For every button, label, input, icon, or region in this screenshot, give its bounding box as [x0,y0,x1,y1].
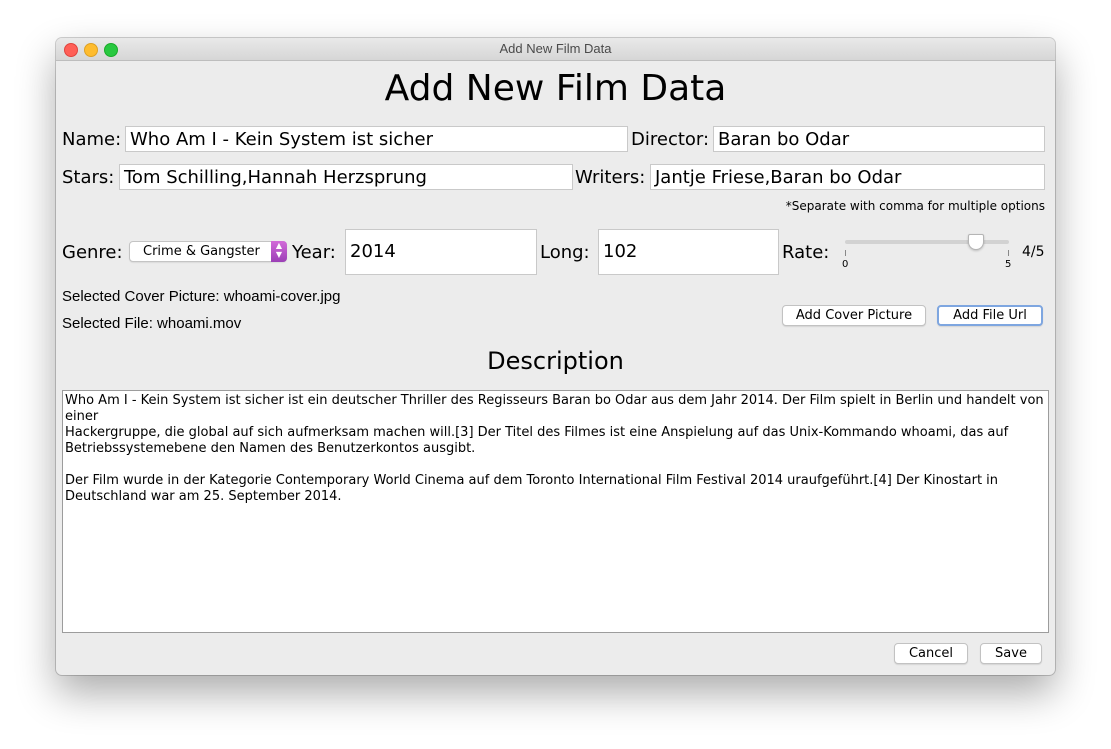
rate-label: Rate: [782,242,830,263]
genre-label: Genre: [62,242,123,263]
director-field[interactable]: Baran bo Odar [713,126,1045,152]
rate-min-label: 0 [842,259,849,270]
name-label: Name: [62,129,122,150]
stars-field[interactable]: Tom Schilling,Hannah Herzsprung [119,164,573,190]
year-field[interactable]: 2014 [345,229,537,275]
selected-cover-text: Selected Cover Picture: whoami-cover.jpg [62,288,341,305]
rate-max-label: 5 [1005,259,1012,270]
rate-value: 4/5 [1022,244,1045,260]
description-title: Description [487,347,624,375]
rate-slider-track[interactable] [845,240,1009,244]
rate-max-tick [1008,250,1009,256]
long-label: Long: [540,242,590,263]
year-label: Year: [292,242,336,263]
director-label: Director: [631,129,710,150]
name-field[interactable]: Who Am I - Kein System ist sicher [125,126,628,152]
rate-slider-thumb[interactable] [968,234,985,250]
select-arrows-icon: ▲ ▼ [271,241,287,262]
stars-label: Stars: [62,167,115,188]
genre-select[interactable]: Crime & Gangster ▲ ▼ [129,241,287,262]
add-film-window: Add New Film Data Add New Film Data Name… [56,38,1055,675]
cancel-button[interactable]: Cancel [894,643,968,664]
selected-file-text: Selected File: whoami.mov [62,315,242,332]
description-textarea[interactable]: Who Am I - Kein System ist sicher ist ei… [62,390,1049,633]
rate-min-tick [845,250,846,256]
separator-hint: *Separate with comma for multiple option… [785,199,1045,213]
writers-field[interactable]: Jantje Friese,Baran bo Odar [650,164,1045,190]
genre-selected-value: Crime & Gangster [143,244,260,259]
save-button[interactable]: Save [980,643,1042,664]
add-cover-picture-button[interactable]: Add Cover Picture [782,305,926,326]
page-title: Add New Film Data [384,68,727,109]
title-bar: Add New Film Data [56,38,1055,61]
long-field[interactable]: 102 [598,229,779,275]
add-file-url-button[interactable]: Add File Url [937,305,1043,326]
window-title: Add New Film Data [499,41,612,56]
writers-label: Writers: [575,167,646,188]
